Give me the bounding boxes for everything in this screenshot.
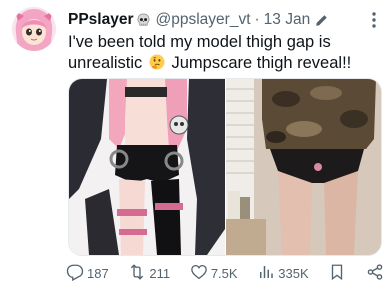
reply-count: 187 [87,265,109,281]
like-button[interactable]: 7.5K [190,263,238,284]
tweet-text-part2: Jumpscare thigh reveal!! [171,54,352,72]
heart-icon [190,263,211,284]
tweet[interactable]: PPslayer @ppslayer_vt · 13 Jan I've been… [0,0,392,300]
user-handle[interactable]: @ppslayer_vt [156,11,251,29]
tweet-header: PPslayer @ppslayer_vt · 13 Jan [68,9,384,31]
tweet-date[interactable]: 13 Jan [264,11,311,29]
media-grid[interactable] [68,78,382,256]
separator-dot: · [254,11,260,28]
views-chart-icon [257,263,278,284]
share-button[interactable] [366,263,384,284]
display-name[interactable]: PPslayer [68,11,134,29]
action-bar: 187 211 7.5K 335K [66,262,384,284]
media-image-photo[interactable] [226,79,381,255]
bookmark-button[interactable] [328,263,346,284]
skull-icon [136,13,151,28]
media-image-vtuber-model[interactable] [69,79,225,255]
like-count: 7.5K [210,265,238,281]
reply-icon [66,263,87,284]
thinking-face-icon [149,54,165,70]
views-count: 335K [278,265,309,281]
reply-button[interactable]: 187 [66,263,109,284]
avatar[interactable] [12,7,56,51]
avatar-image [12,7,56,51]
tweet-text: I've been told my model thigh gap is unr… [68,32,386,74]
retweet-icon [128,263,149,284]
retweet-button[interactable]: 211 [128,263,170,284]
more-options-icon[interactable] [364,10,384,30]
pencil-icon [315,14,328,27]
share-icon [366,263,384,284]
retweet-count: 211 [149,265,171,281]
views-button[interactable]: 335K [257,263,309,284]
bookmark-icon [328,263,346,284]
